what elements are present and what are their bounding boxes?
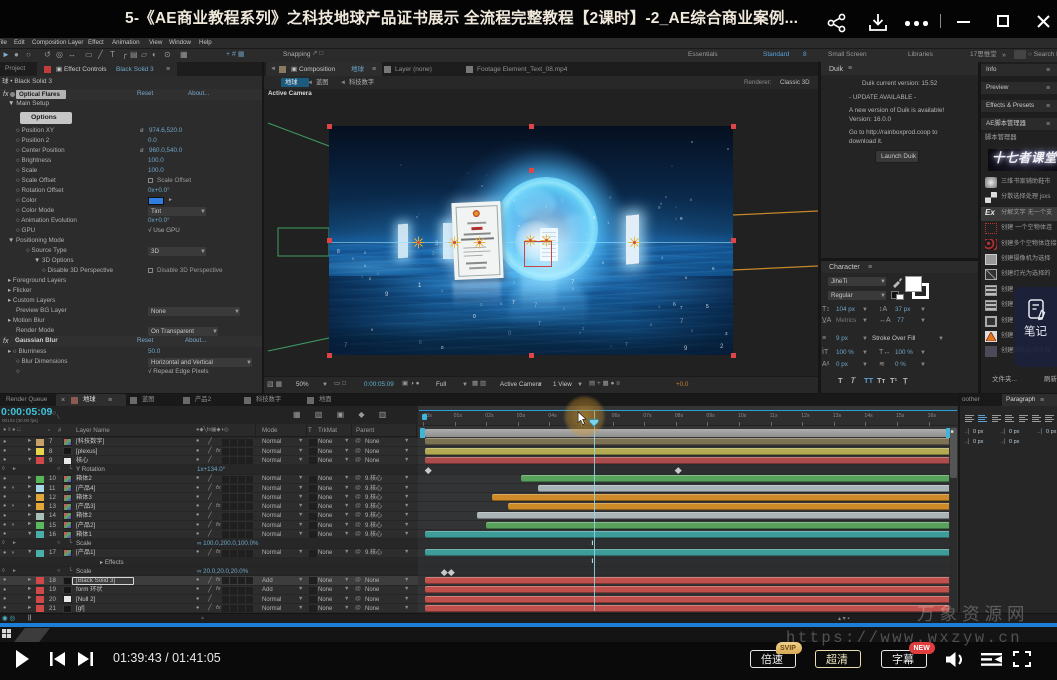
- svg-text:4: 4: [563, 307, 565, 311]
- svg-text:4: 4: [675, 217, 677, 221]
- svg-text:2: 2: [432, 251, 435, 257]
- svg-text:0: 0: [660, 202, 662, 206]
- svg-text:4: 4: [586, 233, 588, 237]
- svg-text:7: 7: [567, 261, 570, 266]
- svg-text:1: 1: [658, 304, 661, 309]
- svg-text:5: 5: [513, 280, 516, 285]
- svg-text:6: 6: [650, 322, 653, 327]
- svg-text:7: 7: [557, 234, 559, 238]
- svg-text:7: 7: [512, 300, 515, 306]
- svg-text:5: 5: [500, 301, 503, 306]
- svg-text:0: 0: [508, 331, 512, 337]
- svg-text:0: 0: [609, 195, 612, 200]
- svg-text:2: 2: [369, 277, 371, 281]
- svg-text:7: 7: [538, 321, 541, 327]
- svg-text:9: 9: [680, 216, 683, 221]
- svg-text:1: 1: [561, 198, 564, 203]
- svg-text:4: 4: [661, 255, 664, 260]
- svg-text:9: 9: [684, 346, 688, 352]
- svg-text:7: 7: [680, 305, 683, 310]
- svg-text:6: 6: [685, 275, 688, 280]
- svg-text:6: 6: [712, 266, 715, 271]
- svg-text:3: 3: [725, 331, 728, 336]
- svg-text:4: 4: [441, 288, 444, 293]
- svg-text:7: 7: [610, 345, 612, 349]
- svg-text:2: 2: [582, 326, 585, 331]
- svg-text:6: 6: [673, 302, 676, 308]
- svg-text:6: 6: [602, 260, 605, 265]
- svg-text:7: 7: [680, 319, 684, 325]
- svg-text:1: 1: [418, 283, 422, 289]
- svg-text:1: 1: [364, 264, 366, 268]
- svg-text:0: 0: [441, 345, 444, 350]
- svg-text:1: 1: [607, 220, 610, 225]
- svg-text:9: 9: [352, 257, 354, 261]
- svg-text:9: 9: [385, 292, 389, 298]
- svg-text:7: 7: [534, 303, 538, 309]
- svg-text:8: 8: [337, 249, 340, 255]
- svg-text:7: 7: [625, 342, 628, 348]
- svg-text:2: 2: [720, 344, 724, 350]
- svg-text:0: 0: [587, 253, 590, 258]
- svg-text:0: 0: [377, 272, 379, 276]
- svg-text:9: 9: [371, 328, 373, 332]
- svg-text:6: 6: [419, 340, 422, 346]
- svg-text:7: 7: [344, 343, 348, 349]
- svg-text:2: 2: [480, 302, 483, 307]
- svg-text:7: 7: [571, 280, 575, 286]
- svg-text:3: 3: [579, 331, 581, 335]
- svg-text:3: 3: [435, 241, 439, 247]
- svg-text:5: 5: [706, 304, 709, 310]
- svg-text:0: 0: [364, 250, 367, 255]
- svg-text:1: 1: [361, 275, 363, 279]
- svg-text:8: 8: [572, 287, 574, 291]
- svg-text:6: 6: [690, 198, 692, 202]
- svg-text:9: 9: [593, 215, 596, 220]
- svg-text:6: 6: [536, 244, 538, 248]
- svg-text:0: 0: [473, 314, 476, 320]
- svg-text:4: 4: [513, 199, 515, 203]
- svg-text:2: 2: [691, 328, 694, 333]
